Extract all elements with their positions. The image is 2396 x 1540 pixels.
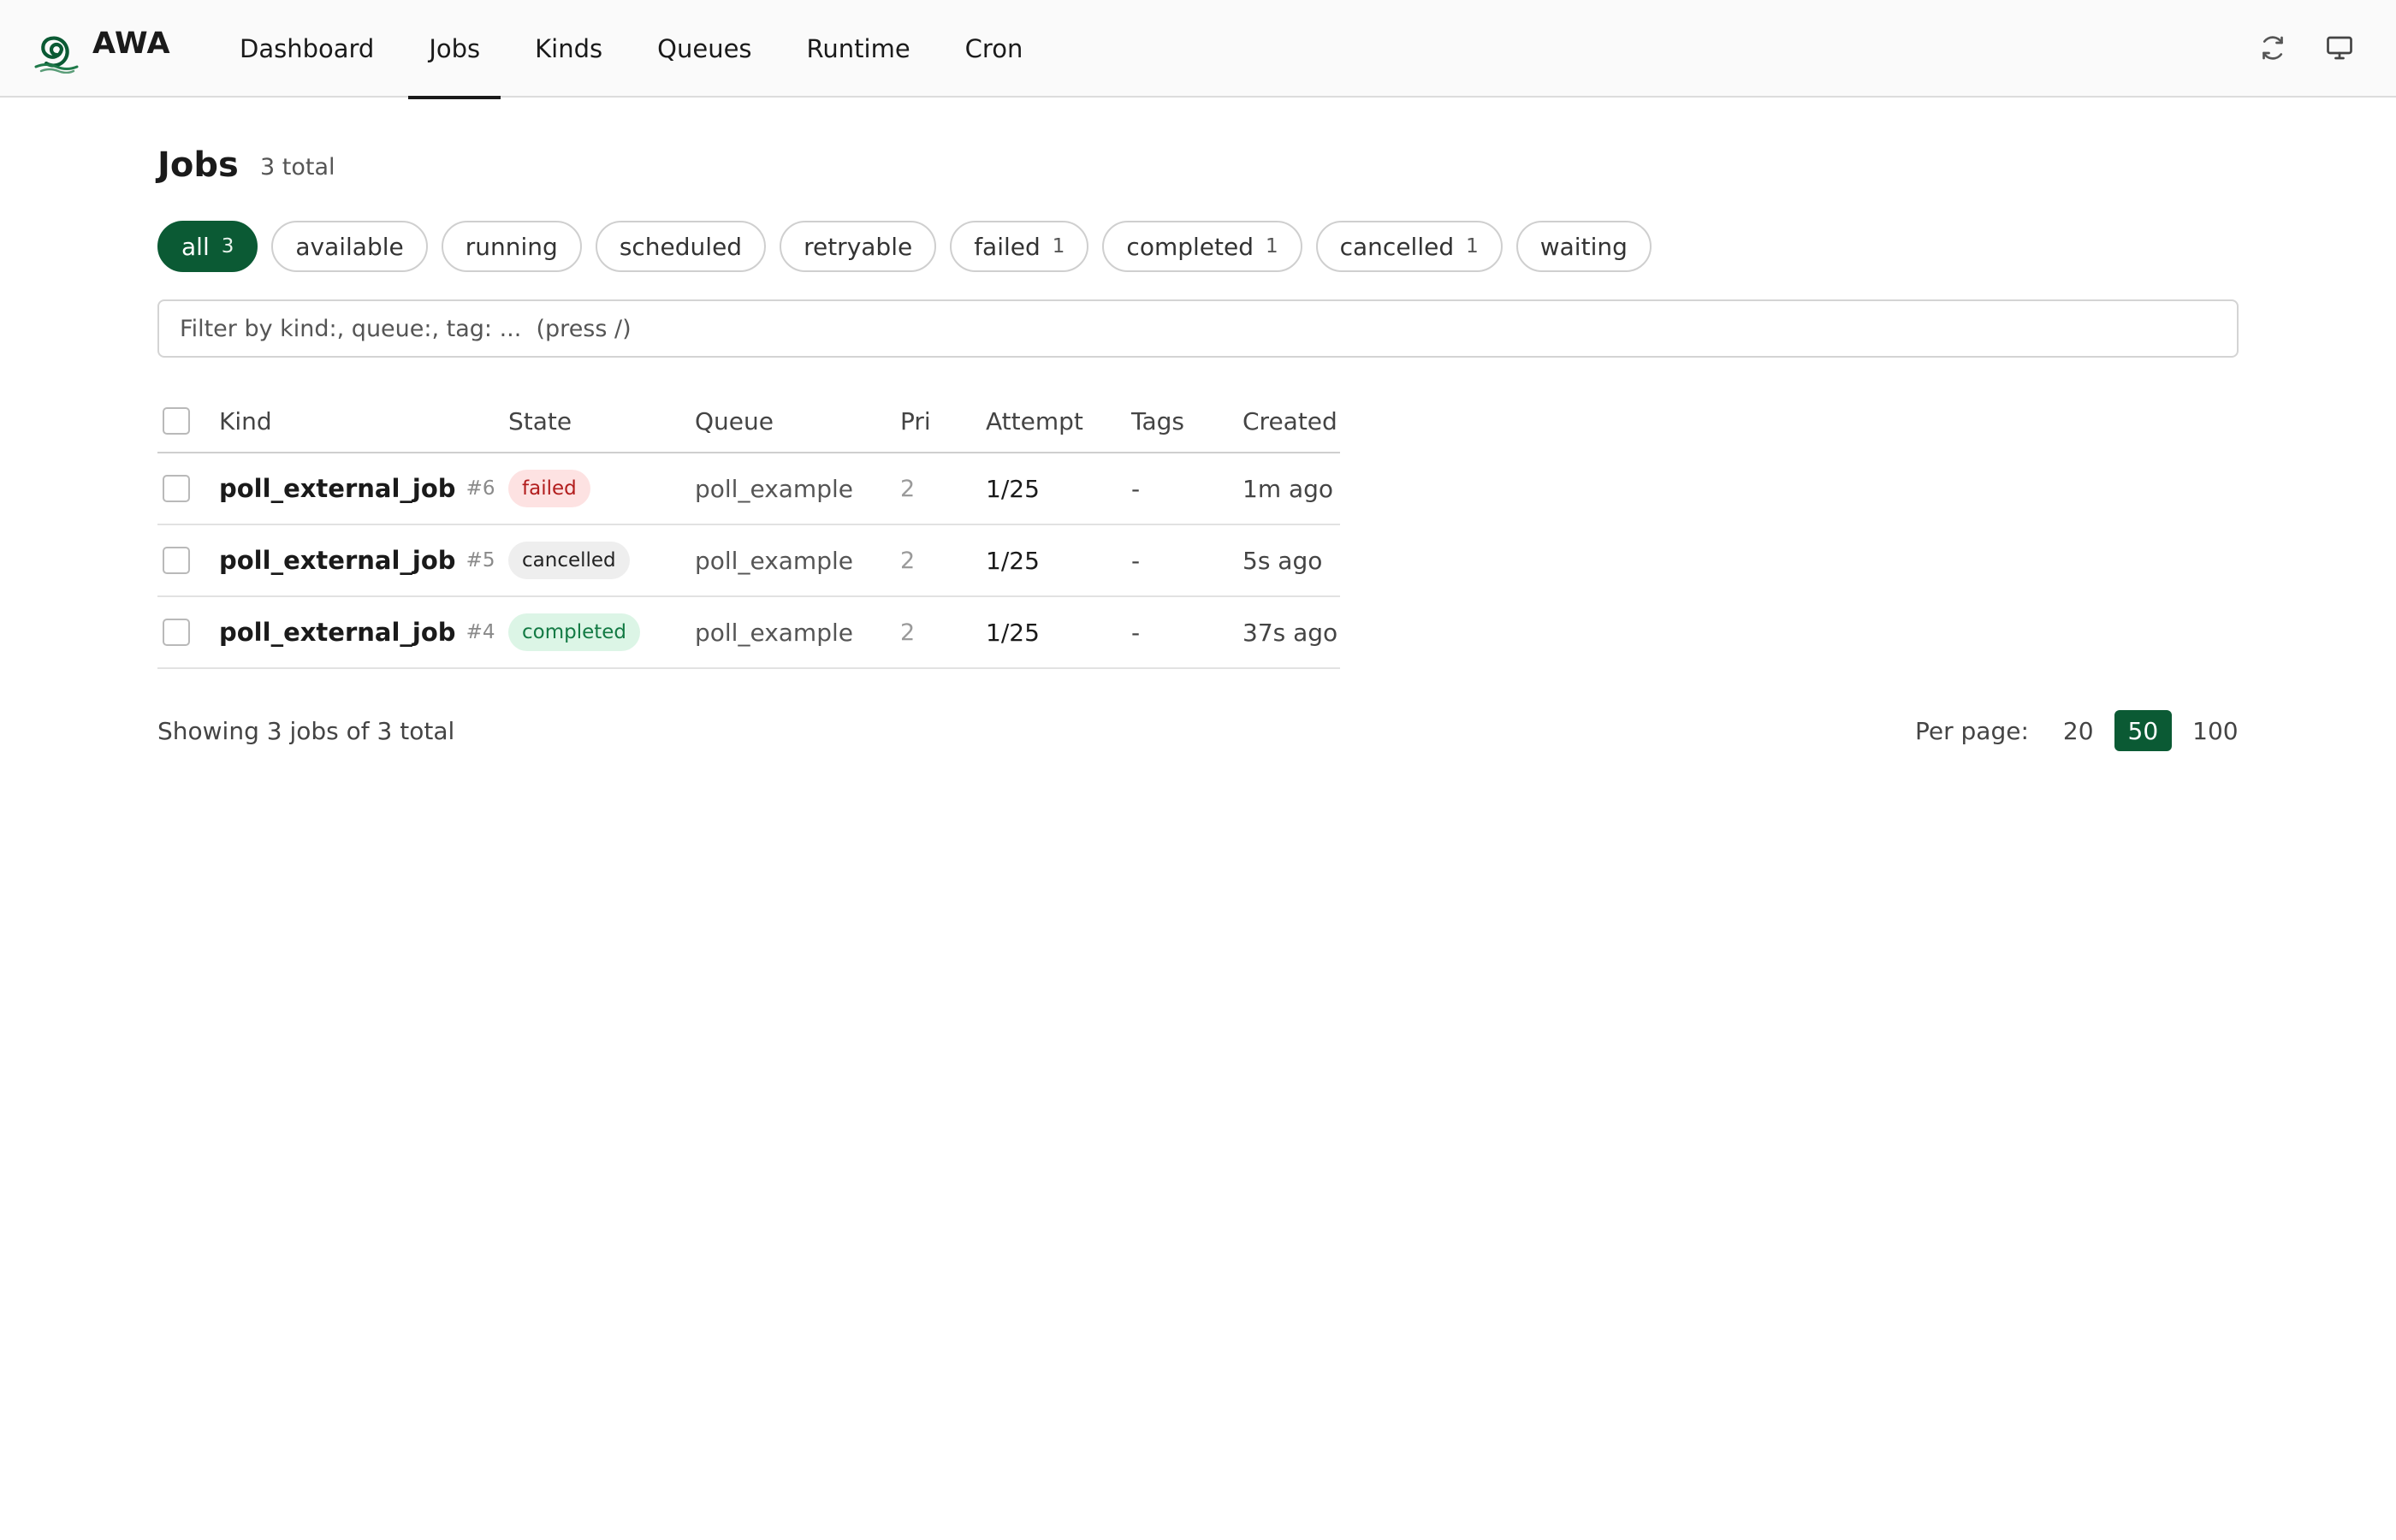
refresh-icon[interactable] <box>2257 33 2288 63</box>
monitor-icon[interactable] <box>2324 33 2355 63</box>
column-header-state[interactable]: State <box>508 390 572 452</box>
jobs-table: Kind State Queue Pri Attempt Tags Create… <box>157 390 1340 669</box>
main-nav: Dashboard Jobs Kinds Queues Runtime Cron <box>219 0 1057 99</box>
nav-dashboard[interactable]: Dashboard <box>219 0 394 98</box>
job-filter-input[interactable] <box>157 299 2239 358</box>
job-attempt: 1/25 <box>986 474 1040 503</box>
job-id: #5 <box>466 549 495 572</box>
job-kind-link[interactable]: poll_external_job <box>219 546 456 575</box>
table-row[interactable]: poll_external_job #4 completed poll_exam… <box>157 597 1340 669</box>
filter-pill-label: running <box>465 232 558 261</box>
page-title: Jobs <box>157 145 239 185</box>
job-id: #4 <box>466 621 495 643</box>
column-header-attempt[interactable]: Attempt <box>986 390 1083 452</box>
job-kind-link[interactable]: poll_external_job <box>219 618 456 647</box>
job-attempt: 1/25 <box>986 618 1040 647</box>
select-all-checkbox[interactable] <box>163 407 190 435</box>
page-total-count: 3 total <box>260 154 335 181</box>
filter-pill-count: 1 <box>1265 235 1278 258</box>
per-page-label: Per page: <box>1915 716 2029 745</box>
filter-pill-cancelled[interactable]: cancelled 1 <box>1315 221 1503 272</box>
top-nav-bar: AWA Dashboard Jobs Kinds Queues Runtime … <box>0 0 2396 99</box>
filter-pill-label: waiting <box>1539 232 1628 261</box>
filter-pill-label: failed <box>974 232 1041 261</box>
filter-pill-failed[interactable]: failed 1 <box>950 221 1089 272</box>
filter-pill-all[interactable]: all 3 <box>157 221 258 272</box>
filter-pill-count: 3 <box>221 235 234 258</box>
job-tags: - <box>1131 618 1141 647</box>
per-page-option-20[interactable]: 20 <box>2049 710 2108 751</box>
filter-pill-running[interactable]: running <box>441 221 582 272</box>
filter-pill-label: scheduled <box>619 232 743 261</box>
filter-pill-label: cancelled <box>1339 232 1455 261</box>
per-page-option-50[interactable]: 50 <box>2114 710 2173 751</box>
job-queue: poll_example <box>695 474 853 503</box>
column-header-pri[interactable]: Pri <box>900 390 931 452</box>
job-queue: poll_example <box>695 618 853 647</box>
filter-pill-completed[interactable]: completed 1 <box>1102 221 1302 272</box>
state-filter-pills: all 3 available running scheduled retrya… <box>157 221 1665 272</box>
state-badge: completed <box>508 613 641 651</box>
column-header-tags: Tags <box>1131 406 1184 435</box>
row-checkbox[interactable] <box>163 475 190 502</box>
per-page-option-100[interactable]: 100 <box>2179 710 2251 751</box>
app-brand[interactable]: AWA <box>92 27 170 61</box>
filter-pill-label: retryable <box>804 232 913 261</box>
filter-pill-retryable[interactable]: retryable <box>780 221 937 272</box>
awa-logo-icon[interactable] <box>31 22 80 74</box>
state-badge: cancelled <box>508 542 630 579</box>
nav-jobs[interactable]: Jobs <box>408 0 501 99</box>
column-header-created[interactable]: Created <box>1242 390 1337 452</box>
job-kind-link[interactable]: poll_external_job <box>219 474 456 503</box>
table-row[interactable]: poll_external_job #5 cancelled poll_exam… <box>157 525 1340 597</box>
job-created: 1m ago <box>1242 474 1334 503</box>
nav-queues[interactable]: Queues <box>637 0 772 98</box>
column-header-kind[interactable]: Kind <box>219 390 272 452</box>
filter-pill-label: completed <box>1126 232 1254 261</box>
job-priority: 2 <box>900 619 916 646</box>
job-created: 37s ago <box>1242 618 1338 647</box>
filter-pill-count: 1 <box>1052 235 1065 258</box>
nav-kinds[interactable]: Kinds <box>514 0 623 98</box>
column-header-queue[interactable]: Queue <box>695 390 774 452</box>
filter-pill-label: all <box>181 232 210 261</box>
job-created: 5s ago <box>1242 546 1323 575</box>
table-header-row: Kind State Queue Pri Attempt Tags Create… <box>157 390 1340 453</box>
job-id: #6 <box>466 477 495 500</box>
job-priority: 2 <box>900 547 916 574</box>
nav-runtime[interactable]: Runtime <box>786 0 931 98</box>
per-page-selector: Per page: 20 50 100 <box>1915 710 2252 751</box>
table-row[interactable]: poll_external_job #6 failed poll_example… <box>157 453 1340 525</box>
showing-summary: Showing 3 jobs of 3 total <box>157 717 455 745</box>
nav-cron[interactable]: Cron <box>945 0 1044 98</box>
filter-pill-scheduled[interactable]: scheduled <box>595 221 767 272</box>
filter-pill-count: 1 <box>1466 235 1479 258</box>
filter-pill-label: available <box>295 232 404 261</box>
job-queue: poll_example <box>695 546 853 575</box>
job-attempt: 1/25 <box>986 546 1040 575</box>
filter-pill-waiting[interactable]: waiting <box>1515 221 1652 272</box>
job-priority: 2 <box>900 475 916 502</box>
filter-pill-available[interactable]: available <box>271 221 428 272</box>
row-checkbox[interactable] <box>163 547 190 574</box>
job-tags: - <box>1131 546 1141 575</box>
state-badge: failed <box>508 470 590 507</box>
job-tags: - <box>1131 474 1141 503</box>
row-checkbox[interactable] <box>163 619 190 646</box>
